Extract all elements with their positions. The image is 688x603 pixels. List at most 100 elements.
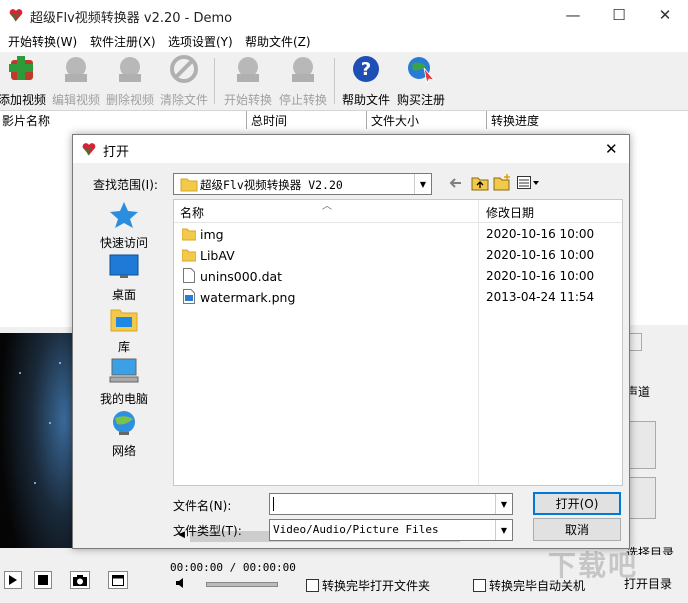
- menu-settings[interactable]: 选项设置(Y): [168, 33, 233, 50]
- app-titlebar: 超级Flv视频转换器 v2.20 - Demo — ☐ ✕: [0, 0, 688, 31]
- file-browser-list[interactable]: 名称 ︿ 修改日期 img 2020-10-16 10:00 LibAV 202…: [173, 199, 623, 545]
- dialog-close-button[interactable]: ✕: [605, 140, 618, 158]
- place-desktop[interactable]: 桌面: [93, 253, 155, 305]
- sort-up-icon: ︿: [322, 201, 332, 212]
- open-button[interactable]: 打开(O): [533, 492, 621, 515]
- column-divider[interactable]: [366, 111, 367, 129]
- edit-video-icon: [65, 57, 87, 82]
- file-icon: [183, 268, 195, 283]
- menu-help[interactable]: 帮助文件(Z): [245, 33, 311, 50]
- new-folder-icon[interactable]: [493, 174, 511, 191]
- clear-icon: [170, 55, 198, 83]
- start-convert-button[interactable]: 开始转换: [222, 54, 274, 108]
- list-item[interactable]: watermark.png 2013-04-24 11:54: [174, 287, 622, 308]
- computer-icon: [109, 358, 139, 383]
- panel-button[interactable]: [626, 421, 656, 469]
- clear-files-button[interactable]: 清除文件: [158, 54, 210, 108]
- window-icon: [112, 574, 124, 586]
- list-item[interactable]: LibAV 2020-10-16 10:00: [174, 245, 622, 266]
- filename-label: 文件名(N):: [173, 499, 232, 513]
- menu-bar: 开始转换(W) 软件注册(X) 选项设置(Y) 帮助文件(Z): [0, 30, 688, 52]
- svg-text:?: ?: [361, 59, 371, 80]
- text-cursor: [273, 497, 274, 511]
- delete-video-button[interactable]: 删除视频: [104, 54, 156, 108]
- chevron-down-icon: ▼: [414, 174, 431, 194]
- view-menu-icon[interactable]: [517, 176, 541, 190]
- edit-video-button[interactable]: 编辑视频: [50, 54, 102, 108]
- image-file-icon: [183, 289, 195, 304]
- video-preview: [0, 333, 72, 548]
- look-in-label: 查找范围(I):: [93, 178, 158, 192]
- menu-register[interactable]: 软件注册(X): [90, 33, 156, 50]
- toolbar-separator: [214, 58, 215, 104]
- col-name[interactable]: 名称: [180, 204, 204, 221]
- play-button[interactable]: [4, 571, 22, 589]
- place-network[interactable]: 网络: [93, 409, 155, 461]
- col-file-size[interactable]: 文件大小: [371, 112, 419, 129]
- add-video-button[interactable]: 添加视频: [0, 54, 48, 108]
- maximize-button[interactable]: ☐: [596, 0, 642, 30]
- fullscreen-button[interactable]: [108, 571, 128, 589]
- buy-register-button[interactable]: 购买注册: [395, 54, 447, 108]
- volume-icon: [176, 578, 183, 588]
- chevron-down-icon[interactable]: ▼: [495, 494, 512, 514]
- cancel-button[interactable]: 取消: [533, 518, 621, 541]
- volume-slider[interactable]: [206, 582, 278, 587]
- snapshot-button[interactable]: [70, 571, 90, 589]
- stop-convert-button[interactable]: 停止转换: [277, 54, 329, 108]
- stop-convert-icon: [292, 57, 314, 82]
- file-list-header: 影片名称 总时间 文件大小 转换进度: [0, 111, 688, 130]
- filename-input[interactable]: ▼: [269, 493, 513, 515]
- dialog-heart-icon: [82, 143, 96, 156]
- open-folder-label: 转换完毕打开文件夹: [322, 579, 431, 593]
- app-heart-icon: [9, 9, 23, 22]
- stop-icon: [38, 575, 48, 585]
- chevron-down-icon[interactable]: ▼: [495, 520, 512, 540]
- dialog-titlebar: 打开 ✕: [73, 135, 629, 163]
- back-arrow-icon[interactable]: [449, 176, 463, 190]
- time-readout: 00:00:00 / 00:00:00: [170, 561, 296, 574]
- places-bar: 快速访问 桌面 库 我的电脑 网络: [93, 201, 155, 461]
- place-quick-access[interactable]: 快速访问: [93, 201, 155, 253]
- open-file-dialog: 打开 ✕ 查找范围(I): 超级Flv视频转换器 V2.20 ▼ 快速访问 桌面…: [72, 134, 630, 549]
- dialog-title: 打开: [103, 145, 130, 160]
- globe-cursor-icon: [408, 57, 436, 85]
- desktop-icon: [109, 254, 139, 278]
- col-total-time[interactable]: 总时间: [251, 112, 287, 129]
- filetype-dropdown[interactable]: Video/Audio/Picture Files ▼: [269, 519, 513, 541]
- file-list-header: 名称 ︿ 修改日期: [174, 200, 622, 485]
- place-library[interactable]: 库: [93, 305, 155, 357]
- col-modified-date[interactable]: 修改日期: [486, 204, 534, 221]
- stop-button[interactable]: [34, 571, 52, 589]
- column-divider[interactable]: [486, 111, 487, 129]
- close-button[interactable]: ✕: [642, 0, 688, 30]
- list-item[interactable]: img 2020-10-16 10:00: [174, 224, 622, 245]
- col-movie-name[interactable]: 影片名称: [2, 112, 50, 129]
- open-folder-checkbox[interactable]: [306, 579, 319, 592]
- preview-image: [0, 333, 72, 548]
- site-watermark: 下载吧: [548, 549, 639, 582]
- menu-start[interactable]: 开始转换(W): [8, 33, 77, 50]
- folder-icon: [180, 178, 198, 192]
- star-icon: [110, 202, 138, 228]
- filetype-label: 文件类型(T):: [173, 524, 242, 538]
- help-file-button[interactable]: ? 帮助文件: [340, 54, 392, 108]
- up-folder-icon[interactable]: [471, 175, 489, 191]
- camera-icon: [73, 574, 87, 586]
- library-icon: [110, 309, 138, 332]
- help-icon: ?: [353, 56, 379, 82]
- auto-shutdown-checkbox[interactable]: [473, 579, 486, 592]
- look-in-dropdown[interactable]: 超级Flv视频转换器 V2.20 ▼: [173, 173, 432, 195]
- options-panel: 声道 选择目录: [622, 325, 688, 560]
- list-item[interactable]: unins000.dat 2020-10-16 10:00: [174, 266, 622, 287]
- start-convert-icon: [237, 57, 259, 82]
- panel-button[interactable]: [626, 477, 656, 519]
- app-title: 超级Flv视频转换器 v2.20 - Demo: [30, 11, 233, 26]
- delete-video-icon: [119, 57, 141, 82]
- place-my-computer[interactable]: 我的电脑: [93, 357, 155, 409]
- folder-icon: [182, 249, 196, 262]
- toolbar: 添加视频 编辑视频 删除视频 清除文件 开始转换 停止转换 ? 帮助文件 购买注…: [0, 52, 688, 111]
- col-progress[interactable]: 转换进度: [491, 112, 539, 129]
- column-divider[interactable]: [246, 111, 247, 129]
- minimize-button[interactable]: —: [550, 0, 596, 30]
